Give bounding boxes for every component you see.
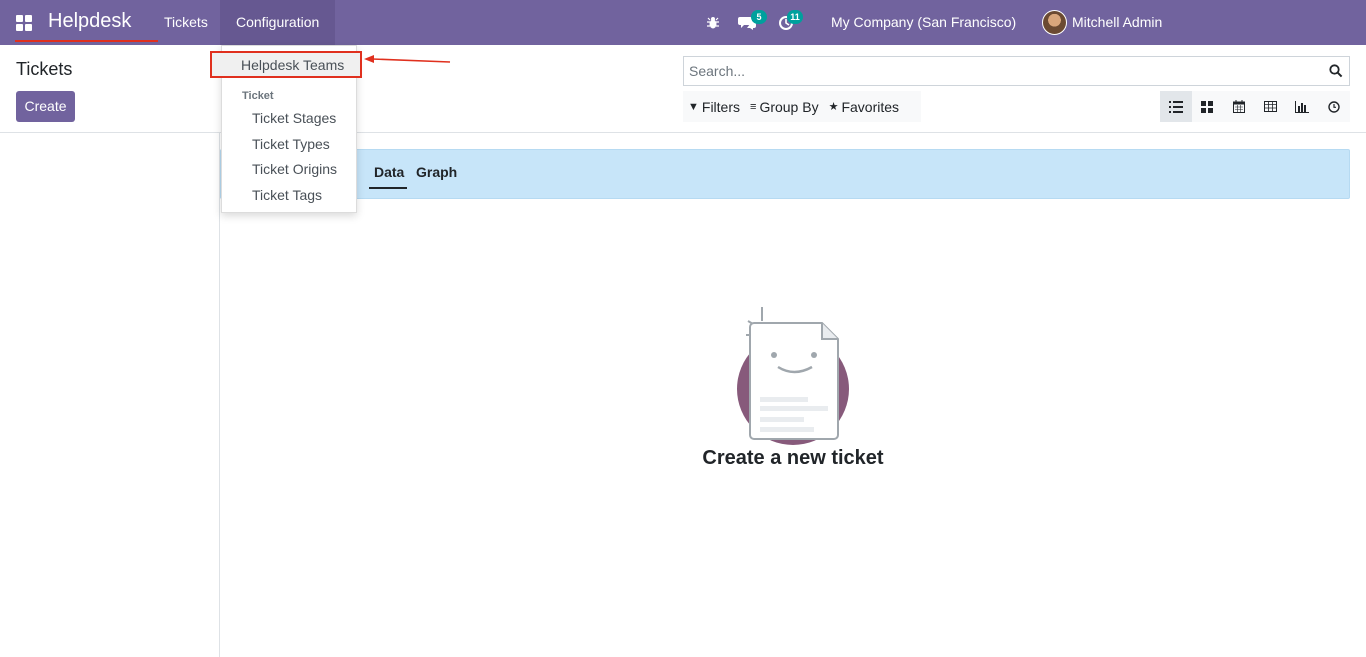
tab-data[interactable]: Data [374, 164, 404, 180]
search-input[interactable] [689, 63, 1319, 79]
create-button[interactable]: Create [16, 91, 75, 122]
menu-item-ticket-tags[interactable]: Ticket Tags [252, 187, 322, 203]
control-panel-divider [0, 132, 1366, 133]
menu-item-helpdesk-teams[interactable]: Helpdesk Teams [241, 57, 344, 73]
sidebar-divider [219, 133, 220, 657]
user-menu[interactable]: Mitchell Admin (rt_helpdesk_v15c_demo_da… [1072, 0, 1366, 75]
search-box [683, 56, 1350, 86]
empty-state-title: Create a new ticket [702, 447, 884, 469]
bars-icon: ≡ [750, 100, 757, 113]
calendar-view-icon[interactable] [1223, 91, 1255, 122]
list-view-icon[interactable] [1160, 91, 1192, 122]
company-switcher[interactable]: My Company (San Francisco) [831, 0, 1016, 45]
menu-configuration[interactable]: Configuration [220, 0, 336, 45]
menu-item-ticket-origins[interactable]: Ticket Origins [252, 161, 337, 177]
search-options-bar: ▼ Filters ≡ Group By ★ Favorites [683, 91, 921, 122]
star-icon: ★ [828, 101, 839, 113]
pivot-view-icon[interactable] [1255, 91, 1287, 122]
view-switcher [1160, 91, 1350, 122]
helpdesk-app: Helpdesk Tickets Configuration 5 11 My C… [0, 0, 1366, 657]
menu-item-ticket-types[interactable]: Ticket Types [252, 136, 330, 152]
filter-icon: ▼ [688, 100, 699, 113]
group-by-label: Group By [759, 98, 819, 115]
debug-icon[interactable] [706, 0, 720, 45]
info-banner: Data Graph [220, 149, 1350, 199]
messages-badge: 5 [751, 10, 767, 24]
user-avatar[interactable] [1042, 10, 1067, 35]
apps-menu-icon[interactable] [16, 15, 32, 31]
menu-item-ticket-stages[interactable]: Ticket Stages [252, 110, 336, 126]
graph-view-icon[interactable] [1286, 91, 1318, 122]
brand-underline-annotation [15, 40, 158, 42]
active-tab-indicator [369, 187, 407, 189]
activity-view-icon[interactable] [1318, 91, 1350, 122]
kanban-view-icon[interactable] [1192, 91, 1224, 122]
group-by-button[interactable]: ≡ Group By [745, 91, 824, 122]
favorites-label: Favorites [841, 98, 900, 115]
activity-badge: 11 [787, 10, 803, 24]
favorites-button[interactable]: ★ Favorites [824, 91, 904, 122]
search-icon[interactable] [1329, 64, 1343, 78]
empty-ticket-illustration [737, 307, 849, 445]
app-name[interactable]: Helpdesk [48, 10, 131, 33]
annotation-arrow-icon [364, 55, 451, 63]
filters-button[interactable]: ▼ Filters [683, 91, 745, 122]
dropdown-section-ticket: Ticket [242, 90, 274, 102]
breadcrumb: Tickets [16, 59, 73, 79]
filters-label: Filters [701, 98, 741, 115]
tab-graph[interactable]: Graph [416, 164, 457, 180]
top-navbar: Helpdesk Tickets Configuration 5 11 My C… [0, 0, 1366, 75]
menu-tickets[interactable]: Tickets [148, 0, 224, 45]
